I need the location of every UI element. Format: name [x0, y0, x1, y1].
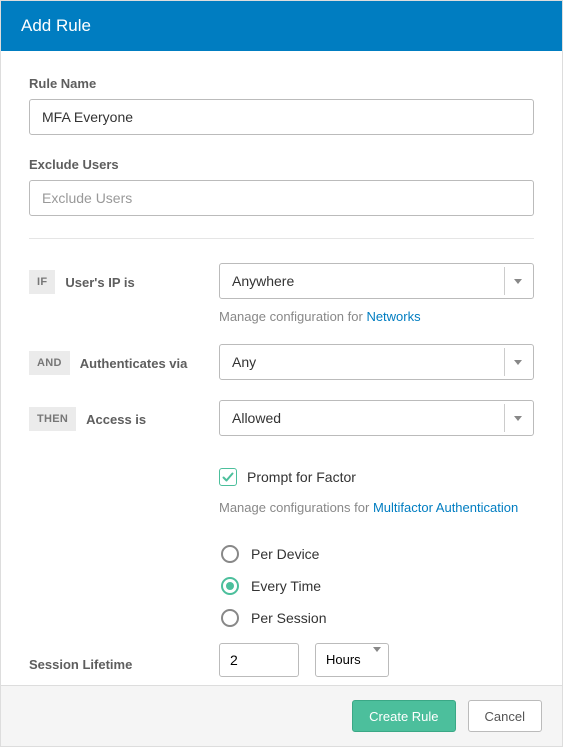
- session-lifetime-row: Session Lifetime Hours: [29, 643, 534, 677]
- prompt-factor-checkbox[interactable]: [219, 468, 237, 486]
- rule-name-label: Rule Name: [29, 76, 534, 91]
- then-label: Access is: [86, 412, 146, 427]
- radio-per-session[interactable]: Per Session: [221, 609, 534, 627]
- and-tag: AND: [29, 351, 70, 375]
- if-label: User's IP is: [65, 275, 134, 290]
- and-label: Authenticates via: [80, 356, 188, 371]
- if-tag: IF: [29, 270, 55, 294]
- radio-per-device[interactable]: Per Device: [221, 545, 534, 563]
- radio-icon: [221, 609, 239, 627]
- access-select[interactable]: Allowed: [219, 400, 534, 436]
- user-ip-select[interactable]: Anywhere: [219, 263, 534, 299]
- condition-and-row: AND Authenticates via Any: [29, 344, 534, 380]
- session-lifetime-unit-select[interactable]: Hours: [315, 643, 389, 677]
- cancel-button[interactable]: Cancel: [468, 700, 542, 732]
- session-lifetime-label: Session Lifetime: [29, 657, 132, 672]
- session-lifetime-input[interactable]: [219, 643, 299, 677]
- rule-name-input[interactable]: [29, 99, 534, 135]
- dialog-title: Add Rule: [21, 16, 91, 35]
- radio-icon: [221, 577, 239, 595]
- mfa-helper: Manage configurations for Multifactor Au…: [219, 500, 534, 515]
- checkmark-icon: [222, 471, 234, 483]
- condition-if-row: IF User's IP is Anywhere Manage configur…: [29, 263, 534, 324]
- auth-via-select[interactable]: Any: [219, 344, 534, 380]
- divider: [29, 238, 534, 239]
- networks-link[interactable]: Networks: [366, 309, 420, 324]
- prompt-factor-row: Prompt for Factor Manage configurations …: [29, 442, 534, 515]
- condition-then-row: THEN Access is Allowed: [29, 400, 534, 436]
- create-rule-button[interactable]: Create Rule: [352, 700, 455, 732]
- exclude-users-field: Exclude Users: [29, 157, 534, 216]
- then-tag: THEN: [29, 407, 76, 431]
- dialog-header: Add Rule: [1, 1, 562, 51]
- prompt-frequency-group: Per Device Every Time Per Session: [221, 545, 534, 627]
- exclude-users-label: Exclude Users: [29, 157, 534, 172]
- exclude-users-input[interactable]: [29, 180, 534, 216]
- radio-every-time[interactable]: Every Time: [221, 577, 534, 595]
- networks-helper: Manage configuration for Networks: [219, 309, 534, 324]
- dialog-body: Rule Name Exclude Users IF User's IP is …: [1, 51, 562, 707]
- radio-icon: [221, 545, 239, 563]
- dialog-footer: Create Rule Cancel: [1, 685, 562, 746]
- prompt-factor-label: Prompt for Factor: [247, 469, 356, 485]
- rule-name-field: Rule Name: [29, 76, 534, 135]
- prompt-frequency-row: Per Device Every Time Per Session: [29, 521, 534, 627]
- mfa-link[interactable]: Multifactor Authentication: [373, 500, 518, 515]
